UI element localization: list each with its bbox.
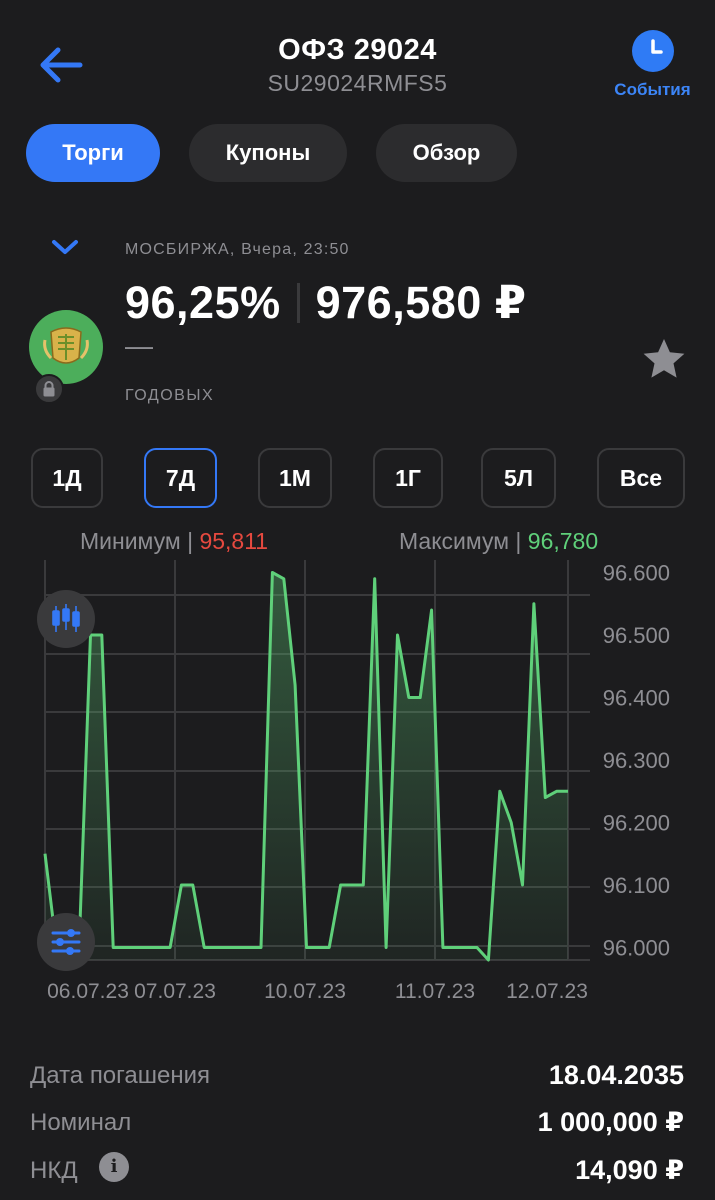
maximum-label: Максимум	[399, 528, 510, 554]
y-tick-label: 96.000	[603, 936, 670, 961]
issuer-emblem-icon	[29, 310, 103, 384]
price-percent: 96,25%	[125, 276, 281, 328]
y-tick-label: 96.100	[603, 873, 670, 898]
y-tick-label: 96.500	[603, 623, 670, 648]
lock-icon	[34, 374, 64, 404]
tab-trades[interactable]: Торги	[26, 124, 160, 182]
period-7d-button[interactable]: 7Д	[144, 448, 217, 508]
maturity-date-label: Дата погашения	[30, 1062, 210, 1089]
price-divider	[296, 282, 300, 323]
chevron-down-icon[interactable]	[50, 236, 80, 258]
maximum-stat: Максимум | 96,780	[399, 528, 598, 555]
price-line: 96,25% 976,580 ₽	[125, 276, 527, 329]
x-tick-label: 12.07.23	[506, 980, 588, 1003]
yield-value: —	[125, 330, 153, 361]
y-tick-label: 96.200	[603, 811, 670, 836]
x-tick-label: 06.07.23	[47, 980, 129, 1003]
nominal-value: 1 000,000 ₽	[537, 1107, 684, 1137]
chart-series-line	[43, 571, 568, 962]
y-tick-label: 96.600	[603, 561, 670, 586]
aci-value: 14,090 ₽	[575, 1155, 684, 1185]
events-button[interactable]: События	[600, 30, 705, 100]
period-1m-button[interactable]: 1М	[258, 448, 332, 508]
sliders-icon	[51, 929, 81, 955]
minimum-value: 95,811	[199, 528, 269, 554]
price-rub: 976,580 ₽	[315, 277, 527, 328]
x-tick-label: 07.07.23	[134, 980, 216, 1003]
y-tick-label: 96.300	[603, 748, 670, 773]
clock-icon	[631, 30, 674, 72]
candlestick-icon	[52, 604, 80, 632]
minmax-sep: |	[515, 528, 528, 554]
candlestick-toggle-button[interactable]	[37, 590, 95, 648]
favorite-star-icon[interactable]	[640, 336, 688, 384]
price-chart[interactable]: 96.600 96.500 96.400 96.300 96.200 96.100 96.0…	[0, 560, 715, 1010]
minimum-label: Минимум	[80, 528, 181, 554]
maturity-date-value: 18.04.2035	[548, 1060, 684, 1090]
minimum-stat: Минимум | 95,811	[80, 528, 268, 555]
period-5y-button[interactable]: 5Л	[481, 448, 556, 508]
aci-label: НКД	[30, 1157, 78, 1184]
yield-label: ГОДОВЫХ	[125, 387, 215, 404]
period-all-button[interactable]: Все	[597, 448, 685, 508]
period-1d-button[interactable]: 1Д	[31, 448, 103, 508]
exchange-timestamp: МОСБИРЖА, Вчера, 23:50	[125, 241, 350, 258]
chart-settings-button[interactable]	[37, 913, 95, 971]
events-label: События	[614, 80, 691, 99]
maximum-value: 96,780	[527, 528, 599, 554]
tab-coupons[interactable]: Купоны	[189, 124, 347, 182]
nominal-label: Номинал	[30, 1109, 132, 1136]
x-tick-label: 11.07.23	[395, 980, 475, 1003]
period-1y-button[interactable]: 1Г	[373, 448, 443, 508]
info-icon[interactable]: i	[99, 1152, 129, 1182]
y-tick-label: 96.400	[603, 686, 670, 711]
tab-overview[interactable]: Обзор	[376, 124, 517, 182]
minmax-sep: |	[187, 528, 200, 554]
chart-area-fill	[45, 572, 568, 960]
x-tick-label: 10.07.23	[264, 980, 346, 1003]
